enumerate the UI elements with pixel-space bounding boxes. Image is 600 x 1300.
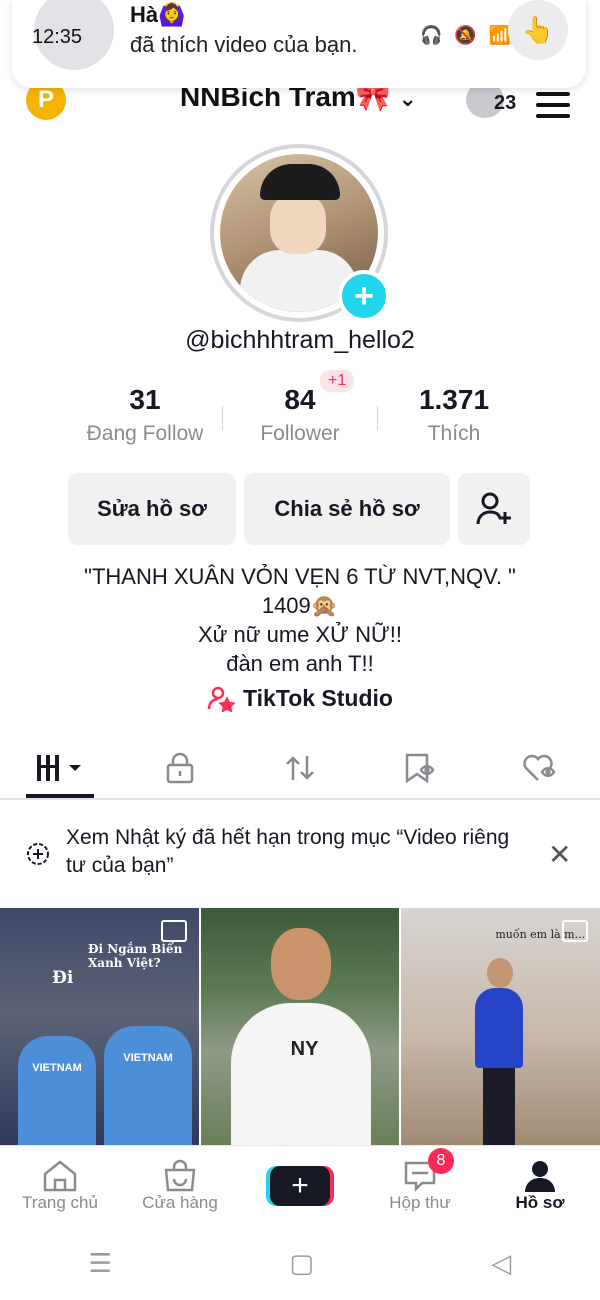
video-caption: muốn em là m... xyxy=(495,928,586,941)
stat-divider xyxy=(222,406,223,430)
video-caption: Đi Ngắm Biển Xanh Việt? xyxy=(88,942,183,970)
tiktok-studio-link[interactable]: TikTok Studio xyxy=(0,684,600,712)
follower-delta-badge: +1 xyxy=(320,370,355,392)
home-icon xyxy=(43,1160,77,1192)
videos-grid-icon xyxy=(37,755,81,781)
bio-line: Xử nữ ume XỬ NỮ!! xyxy=(198,622,402,647)
edit-profile-button[interactable]: Sửa hồ sơ xyxy=(68,473,236,545)
nav-label: Trang chủ xyxy=(22,1193,98,1212)
profile-bio: "THANH XUÂN VỎN VẸN 6 TỪ NVT,NQV. " 1409… xyxy=(0,562,600,678)
tab-reposts[interactable] xyxy=(240,738,360,798)
nav-shop[interactable]: Cửa hàng xyxy=(120,1146,240,1226)
chevron-down-icon: ⌄ xyxy=(398,86,417,111)
story-plus-icon xyxy=(27,843,49,865)
video-thumbnail[interactable]: Đi Ngắm Biển Xanh Việt? Đi VIETNAM VIETN… xyxy=(0,908,199,1145)
shop-icon xyxy=(164,1159,196,1192)
menu-icon[interactable] xyxy=(536,92,570,125)
profile-handle: @bichhhtram_hello2 xyxy=(185,326,415,354)
notification-name: Hà🙆‍♀️ xyxy=(130,2,186,27)
expired-stories-notice[interactable]: Xem Nhật ký đã hết hạn trong mục “Video … xyxy=(0,810,600,900)
add-avatar-button[interactable]: + xyxy=(338,270,390,322)
nav-home[interactable]: Trang chủ xyxy=(0,1146,120,1226)
nav-label: Hộp thư xyxy=(389,1193,451,1212)
photo-icon xyxy=(160,920,187,942)
stat-divider xyxy=(377,406,378,430)
jersey-right: VIETNAM xyxy=(104,1026,192,1145)
video-thumbnail[interactable]: muốn em là m... xyxy=(401,908,600,1145)
tab-divider xyxy=(0,798,600,800)
nav-inbox[interactable]: 8 Hộp thư xyxy=(360,1146,480,1226)
add-user-icon xyxy=(476,492,511,525)
nav-label: Hồ sơ xyxy=(515,1193,565,1212)
ny-logo: NY xyxy=(290,1038,319,1060)
stat-following[interactable]: 31 Đang Follow xyxy=(70,384,220,446)
lock-icon xyxy=(166,752,194,784)
notice-text: Xem Nhật ký đã hết hạn trong mục “Video … xyxy=(66,826,510,877)
friends-count: 23 xyxy=(494,92,517,114)
add-friend-button[interactable] xyxy=(458,473,530,545)
headphones-icon: 🎧 xyxy=(420,24,443,45)
nav-profile[interactable]: Hồ sơ xyxy=(480,1146,600,1226)
tab-saved[interactable] xyxy=(360,738,480,798)
stat-label: Đang Follow xyxy=(86,422,204,445)
bookmark-eye-icon xyxy=(405,753,435,784)
stat-value: 31 xyxy=(129,384,161,415)
stat-value: 1.371 xyxy=(418,384,490,415)
bio-line: đàn em anh T!! xyxy=(226,651,374,676)
stat-label: Follower xyxy=(260,422,340,445)
bio-line: "THANH XUÂN VỎN VẸN 6 TỪ NVT,NQV. " xyxy=(84,564,516,589)
hand-emoji-icon: 👆 xyxy=(508,0,568,60)
system-nav-bar: ☰ ▢ ◁ xyxy=(0,1226,600,1300)
video-caption-big: Đi xyxy=(52,968,74,988)
heart-eye-icon xyxy=(523,754,556,781)
create-icon: + xyxy=(270,1166,330,1206)
bottom-nav: Trang chủ Cửa hàng + 8 Hộp thư Hồ sơ xyxy=(0,1145,600,1226)
share-profile-button[interactable]: Chia sẻ hồ sơ xyxy=(244,473,450,545)
stat-value: 84 xyxy=(284,384,316,415)
recent-apps-icon[interactable]: ☰ xyxy=(89,1248,112,1279)
stat-label: Thích xyxy=(427,422,481,445)
stat-followers[interactable]: 84 Follower xyxy=(225,384,375,446)
nav-create[interactable]: + xyxy=(240,1146,360,1226)
tab-liked[interactable] xyxy=(480,738,600,798)
home-button-icon[interactable]: ▢ xyxy=(289,1248,314,1279)
stat-likes[interactable]: 1.371 Thích xyxy=(379,384,529,446)
video-thumbnail[interactable]: NY xyxy=(200,908,400,1145)
repost-icon xyxy=(286,756,314,780)
mute-icon: 🔕 xyxy=(454,24,477,45)
bio-line: 1409🙊 xyxy=(261,593,339,618)
profile-tabs xyxy=(0,738,600,798)
status-time: 12:35 xyxy=(32,26,83,48)
close-icon[interactable]: ✕ xyxy=(548,838,571,871)
studio-icon xyxy=(207,686,236,712)
video-grid: Đi Ngắm Biển Xanh Việt? Đi VIETNAM VIETN… xyxy=(0,908,600,1145)
nav-label: Cửa hàng xyxy=(142,1193,218,1212)
tab-videos[interactable] xyxy=(0,738,120,798)
tab-private[interactable] xyxy=(120,738,240,798)
inbox-badge: 8 xyxy=(428,1148,454,1174)
back-icon[interactable]: ◁ xyxy=(491,1248,511,1279)
jersey-left: VIETNAM xyxy=(18,1036,96,1145)
studio-label: TikTok Studio xyxy=(243,684,393,711)
notification-text: đã thích video của bạn. xyxy=(130,32,358,57)
profile-icon xyxy=(525,1161,555,1192)
